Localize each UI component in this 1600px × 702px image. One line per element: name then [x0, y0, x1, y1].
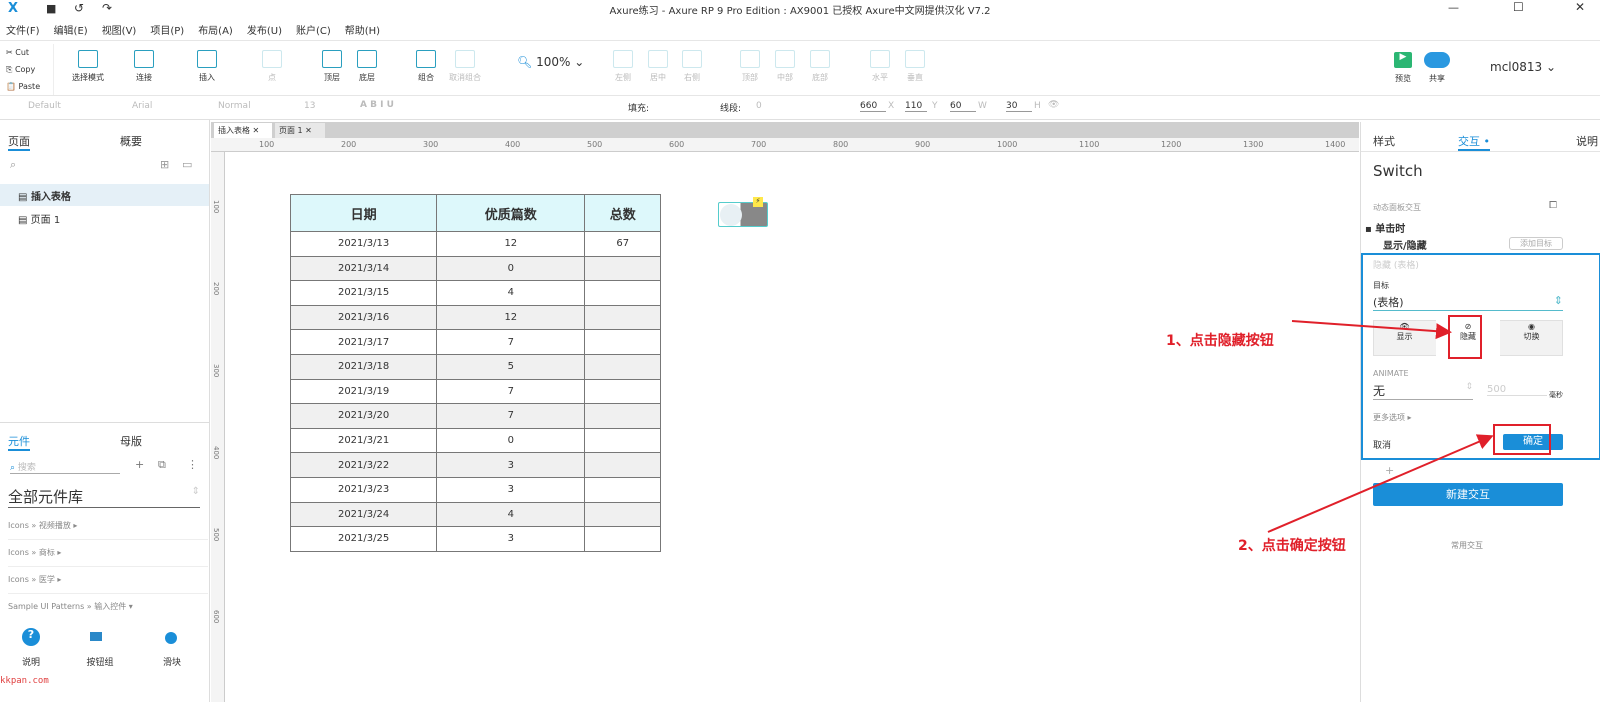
- arrow-2: [1267, 434, 1494, 533]
- annotation-arrows: [1267, 320, 1494, 533]
- annotation-step-1: 1、点击隐藏按钮: [1166, 333, 1274, 349]
- annotation-step-2: 2、点击确定按钮: [1238, 538, 1346, 554]
- arrow-1: [1291, 320, 1452, 340]
